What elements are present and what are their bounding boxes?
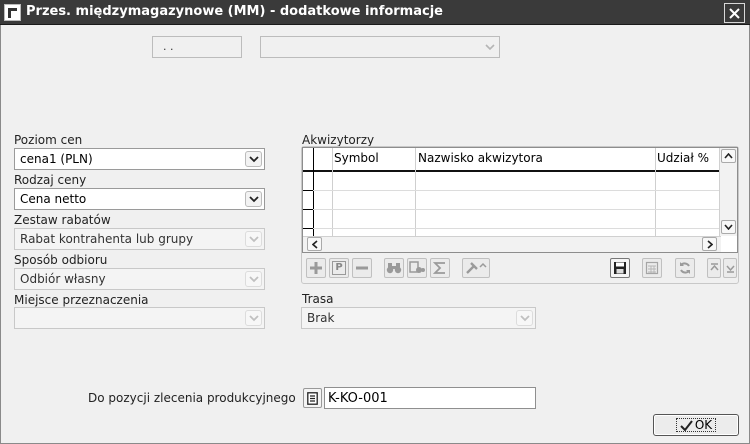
move-down-button[interactable] [723, 258, 737, 278]
grid-header: Symbol Nazwisko akwizytora Udział % [303, 148, 721, 172]
calculator-button[interactable] [642, 258, 662, 278]
ok-label: OK [694, 418, 713, 432]
route-select[interactable]: Brak [301, 307, 536, 329]
price-type-select[interactable]: Cena netto [14, 188, 265, 210]
chevron-down-icon[interactable] [245, 310, 262, 326]
refresh-button[interactable] [675, 258, 695, 278]
top-combo[interactable] [260, 36, 500, 58]
vertical-scrollbar[interactable] [719, 148, 737, 236]
row-indicator [303, 190, 313, 191]
price-type-label: Rodzaj ceny [14, 173, 87, 187]
filter-icon [409, 261, 425, 273]
scroll-down-button[interactable] [721, 220, 736, 234]
grid-row-line [303, 190, 721, 191]
production-order-lookup-button[interactable] [303, 388, 322, 408]
pickup-value: Odbiór własny [20, 272, 106, 286]
tools-button[interactable] [462, 258, 490, 278]
p-icon: P [332, 261, 346, 275]
scroll-left-button[interactable] [307, 237, 322, 251]
chevron-down-icon[interactable] [245, 231, 262, 247]
move-up-button[interactable] [707, 258, 721, 278]
calculator-icon [645, 261, 659, 275]
discount-set-value: Rabat kontrahenta lub grupy [20, 232, 194, 246]
binoculars-icon [386, 263, 402, 274]
route-value: Brak [307, 311, 335, 325]
chevron-down-icon[interactable] [245, 271, 262, 287]
date-field-value: . . [163, 40, 174, 53]
production-order-input[interactable]: K-KO-001 [324, 387, 536, 409]
discount-set-select[interactable]: Rabat kontrahenta lub grupy [14, 228, 265, 250]
window-title: Przes. międzymagazynowe (MM) - dodatkowe… [26, 4, 443, 19]
save-button[interactable] [610, 258, 630, 278]
filter-button[interactable] [407, 258, 427, 278]
sum-button[interactable] [430, 258, 450, 278]
p-button[interactable]: P [329, 258, 349, 278]
pickup-label: Sposób odbioru [14, 253, 108, 267]
chevron-left-icon [311, 239, 318, 249]
destination-select[interactable] [14, 307, 265, 329]
checkmark-icon [680, 419, 693, 431]
chevron-down-icon [485, 41, 495, 54]
price-type-value: Cena netto [20, 192, 87, 206]
column-symbol[interactable]: Symbol [334, 151, 379, 165]
minus-icon [356, 266, 368, 270]
price-level-label: Poziom cen [14, 133, 83, 147]
find-button[interactable] [384, 258, 404, 278]
ok-button[interactable]: OK [653, 414, 739, 436]
production-order-value: K-KO-001 [328, 391, 388, 406]
chevron-down-icon[interactable] [245, 191, 262, 207]
destination-label: Miejsce przeznaczenia [14, 293, 149, 307]
plus-icon [310, 262, 322, 274]
column-acquirer-name[interactable]: Nazwisko akwizytora [418, 151, 543, 165]
acquirers-label: Akwizytorzy [302, 133, 375, 147]
chevron-down-icon[interactable] [245, 151, 262, 167]
scroll-right-button[interactable] [702, 237, 717, 251]
move-down-icon [725, 265, 735, 273]
row-indicator [303, 228, 313, 229]
price-level-value: cena1 (PLN) [20, 152, 93, 166]
chevron-up-icon [724, 153, 733, 159]
remove-row-button[interactable] [352, 258, 372, 278]
add-row-button[interactable] [306, 258, 326, 278]
scroll-up-button[interactable] [721, 149, 736, 163]
tools-icon [466, 262, 487, 274]
row-indicator [303, 209, 313, 210]
sigma-icon [433, 262, 445, 274]
discount-set-label: Zestaw rabatów [14, 213, 111, 227]
document-list-icon [307, 391, 318, 405]
acquirers-grid[interactable]: Symbol Nazwisko akwizytora Udział % [302, 147, 738, 253]
pickup-select[interactable]: Odbiór własny [14, 268, 265, 290]
grid-divider [332, 148, 333, 236]
grid-divider [655, 148, 656, 236]
move-up-icon [709, 263, 719, 271]
column-share-percent[interactable]: Udział % [657, 151, 709, 165]
chevron-right-icon [706, 239, 713, 249]
app-icon [4, 4, 21, 21]
grid-row-line [303, 209, 721, 210]
chevron-down-icon[interactable] [516, 310, 533, 326]
ok-button-focus: OK [676, 418, 716, 432]
close-button[interactable] [724, 3, 745, 23]
route-label: Trasa [302, 292, 334, 306]
grid-row-line [303, 228, 721, 229]
row-indicator-divider [313, 148, 314, 236]
close-icon [729, 7, 740, 19]
price-level-select[interactable]: cena1 (PLN) [14, 148, 265, 170]
grid-divider [415, 148, 416, 236]
production-order-label: Do pozycji zlecenia produkcyjnego [88, 391, 296, 405]
refresh-icon [680, 262, 690, 274]
chevron-down-icon [724, 224, 733, 230]
floppy-icon [614, 262, 626, 274]
title-bar: Przes. międzymagazynowe (MM) - dodatkowe… [0, 0, 750, 25]
horizontal-scrollbar[interactable] [303, 236, 721, 252]
date-field[interactable]: . . [152, 36, 242, 58]
